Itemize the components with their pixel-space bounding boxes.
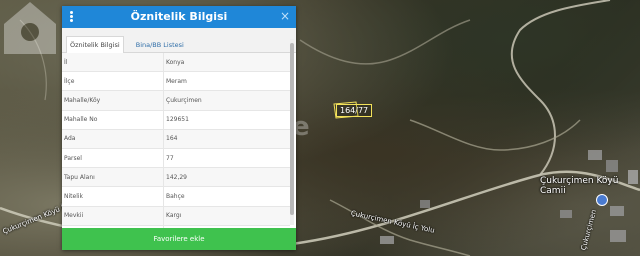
attribute-value: 142,29 [163, 167, 290, 188]
parcel-label[interactable]: 164/77 [336, 104, 373, 117]
table-row: Mevkii Kargı [62, 206, 290, 226]
tab-building-list[interactable]: Bina/BB Listesi [133, 37, 187, 53]
table-row: Mahalle/Köy Çukurçimen [62, 90, 290, 111]
close-icon[interactable]: × [280, 9, 290, 23]
attribute-panel: Öznitelik Bilgisi × Öznitelik Bilgisi Bi… [62, 6, 296, 250]
table-row: İlçe Meram [62, 71, 290, 92]
attribute-value: 129651 [163, 110, 290, 130]
attribute-value: Bahçe [163, 186, 290, 207]
attribute-value: 77 [163, 148, 290, 169]
attribute-value: Konya [163, 53, 290, 73]
attribute-key: İl [62, 53, 164, 73]
table-row: İl Konya [62, 53, 290, 73]
tab-attribute-info[interactable]: Öznitelik Bilgisi [66, 36, 124, 54]
attribute-value: Çukurçimen [163, 90, 290, 111]
table-row: Nitelik Bahçe [62, 186, 290, 207]
attribute-key: İlçe [62, 71, 164, 92]
scroll-thumb[interactable] [290, 43, 294, 215]
attribute-value: Meram [163, 71, 290, 92]
attribute-key: Nitelik [62, 186, 164, 207]
table-row: Tapu Alanı 142,29 [62, 167, 290, 188]
panel-header: Öznitelik Bilgisi × [62, 6, 296, 28]
attribute-key: Parsel [62, 148, 164, 169]
table-row: Mahalle No 129651 [62, 110, 290, 130]
attribute-key: Mahalle No [62, 110, 164, 130]
attribute-key: Mahalle/Köy [62, 90, 164, 111]
attribute-key: Ada [62, 129, 164, 149]
attribute-value: 164 [163, 129, 290, 149]
attribute-table-wrap[interactable]: İl Konya İlçe Meram Mahalle/Köy Çukurçimen Mah… [62, 53, 290, 229]
table-row: Ada 164 [62, 129, 290, 149]
scrollbar[interactable] [290, 39, 294, 225]
attribute-key: Tapu Alanı [62, 167, 164, 188]
place-label[interactable]: Çukurçimen Köyü Camii [540, 176, 640, 196]
attribute-key: Mevkii [62, 206, 164, 226]
panel-title: Öznitelik Bilgisi [130, 10, 228, 23]
mosque-poi-icon[interactable] [596, 194, 608, 206]
attribute-value: Kargı [163, 206, 290, 226]
watermark-logo-icon [4, 2, 56, 54]
attribute-table: İl Konya İlçe Meram Mahalle/Köy Çukurçimen Mah… [62, 53, 290, 229]
table-row: Parsel 77 [62, 148, 290, 169]
add-to-favorites-button[interactable]: Favorilere ekle [62, 228, 296, 250]
panel-tabs: Öznitelik Bilgisi Bina/BB Listesi [62, 28, 296, 54]
